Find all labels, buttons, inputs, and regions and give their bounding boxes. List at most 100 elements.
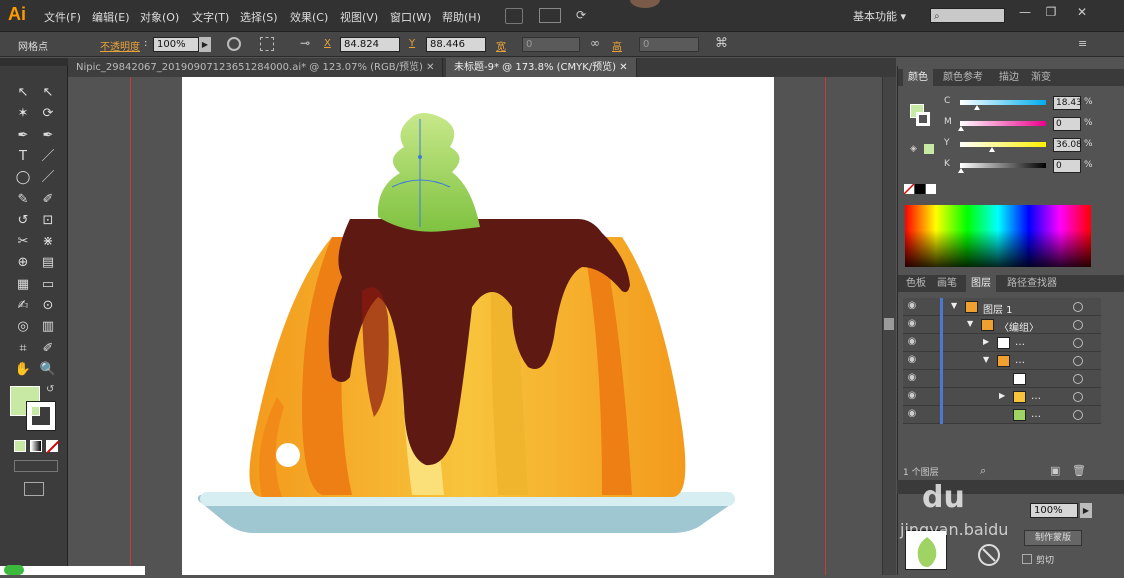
layer-name[interactable]: … — [1031, 409, 1041, 420]
slider-knob[interactable] — [973, 105, 980, 110]
target-circle-icon[interactable] — [1073, 374, 1083, 384]
target-circle-icon[interactable] — [1073, 410, 1083, 420]
height-field[interactable]: 0 — [639, 37, 699, 52]
expand-arrow-icon[interactable]: ▶ — [999, 391, 1005, 400]
anchor-convert-icon[interactable]: ⊸ — [300, 36, 310, 50]
tab-nipic-document[interactable]: Nipic_29842067_20190907123651284000.ai* … — [68, 58, 444, 77]
height-label[interactable]: 高 — [612, 38, 622, 53]
layer-name[interactable]: 图层 1 — [983, 301, 1013, 316]
workspace-switcher[interactable]: 基本功能 ▾ — [853, 8, 906, 24]
channel-value-y[interactable]: 36.08 — [1053, 138, 1082, 152]
arrange-documents-icon[interactable] — [539, 8, 561, 23]
tool-21-icon[interactable]: ⊙ — [38, 297, 58, 315]
menu-item-5[interactable]: 效果(C) — [290, 9, 328, 25]
menu-item-1[interactable]: 编辑(E) — [92, 9, 130, 25]
close-icon[interactable]: ✕ — [426, 62, 434, 73]
panel-grip[interactable] — [0, 58, 68, 66]
isolate-icon[interactable]: ⌘ — [715, 36, 728, 51]
constrain-proportions-icon[interactable]: ∞ — [590, 36, 600, 50]
new-layer-icon[interactable]: ▣ — [1050, 464, 1060, 477]
tool-7-icon[interactable]: ／ — [38, 148, 58, 166]
no-mask-icon[interactable] — [978, 544, 1000, 566]
tool-4-icon[interactable]: ✒ — [13, 127, 33, 145]
layer-row[interactable]: ◉ ▶… — [903, 388, 1101, 406]
gamut-swatch[interactable] — [924, 144, 934, 154]
menu-item-7[interactable]: 窗口(W) — [390, 9, 431, 25]
visibility-eye-icon[interactable]: ◉ — [903, 300, 921, 314]
layer-row[interactable]: ◉ ▶… — [903, 334, 1101, 352]
tool-12-icon[interactable]: ↺ — [13, 212, 33, 230]
search-input[interactable]: ⌕ — [930, 8, 1005, 23]
opacity-label[interactable]: 不透明度 — [100, 38, 140, 53]
tool-11-icon[interactable]: ✐ — [38, 191, 58, 209]
layer-row[interactable]: ◉ ▼… — [903, 352, 1101, 370]
menu-item-2[interactable]: 对象(O) — [140, 9, 179, 25]
expand-arrow-icon[interactable]: ▼ — [951, 301, 957, 310]
tool-8-icon[interactable]: ◯ — [13, 169, 33, 187]
out-of-gamut-icon[interactable]: ◈ — [910, 144, 917, 154]
opacity-field[interactable]: 100% — [153, 37, 199, 52]
bridge-icon[interactable] — [505, 8, 523, 24]
x-field[interactable]: 84.824 — [340, 37, 400, 52]
target-circle-icon[interactable] — [1073, 338, 1083, 348]
menu-item-8[interactable]: 帮助(H) — [442, 9, 481, 25]
locate-object-icon[interactable]: ⌕ — [980, 464, 986, 478]
layer-row[interactable]: ◉ ▼ 〈编组〉 — [903, 316, 1101, 334]
tool-25-icon[interactable]: ✐ — [38, 340, 58, 358]
tool-13-icon[interactable]: ⊡ — [38, 212, 58, 230]
tool-0-icon[interactable]: ↖ — [13, 84, 33, 102]
opacity-dropdown-arrow[interactable]: ▶ — [199, 37, 211, 52]
recolor-icon[interactable] — [227, 37, 241, 51]
menu-item-4[interactable]: 选择(S) — [240, 9, 278, 25]
target-circle-icon[interactable] — [1073, 392, 1083, 402]
y-field[interactable]: 88.446 — [426, 37, 486, 52]
screen-mode-icon[interactable] — [24, 482, 44, 496]
tab-layers[interactable]: 图层 — [966, 275, 996, 292]
tool-27-icon[interactable]: 🔍 — [38, 361, 58, 379]
tool-16-icon[interactable]: ⊕ — [13, 254, 33, 272]
tab-stroke[interactable]: 描边 — [994, 69, 1024, 86]
scrollbar-thumb[interactable] — [884, 318, 894, 330]
artboard[interactable] — [182, 77, 774, 575]
minimize-button[interactable]: — — [1016, 5, 1034, 19]
tool-6-icon[interactable]: T — [13, 148, 33, 166]
transform-icon[interactable] — [260, 37, 274, 51]
target-circle-icon[interactable] — [1073, 320, 1083, 330]
tool-10-icon[interactable]: ✎ — [13, 191, 33, 209]
black-swatch[interactable] — [915, 184, 925, 194]
tool-19-icon[interactable]: ▭ — [38, 276, 58, 294]
channel-slider-y[interactable] — [960, 142, 1046, 147]
tab-pathfinder[interactable]: 路径查找器 — [1002, 275, 1062, 292]
tab-untitled-9[interactable]: 未标题-9* @ 173.8% (CMYK/预览) ✕ — [446, 58, 637, 77]
tool-2-icon[interactable]: ✶ — [13, 105, 33, 123]
tool-14-icon[interactable]: ✂ — [13, 233, 33, 251]
delete-layer-icon[interactable]: 🗑 — [1072, 464, 1086, 477]
channel-slider-k[interactable] — [960, 163, 1046, 168]
tool-26-icon[interactable]: ✋ — [13, 361, 33, 379]
tool-3-icon[interactable]: ⟳ — [38, 105, 58, 123]
width-label[interactable]: 宽 — [496, 38, 506, 53]
target-circle-icon[interactable] — [1073, 356, 1083, 366]
tab-swatches[interactable]: 色板 — [901, 275, 931, 292]
tool-20-icon[interactable]: ✍ — [13, 297, 33, 315]
swap-fill-stroke-icon[interactable]: ↺ — [46, 384, 54, 395]
make-mask-button[interactable]: 制作蒙版 — [1024, 530, 1082, 546]
y-label[interactable]: Y — [409, 38, 415, 49]
layer-row[interactable]: ◉ ▼ 图层 1 — [903, 298, 1101, 316]
tab-color[interactable]: 颜色 — [903, 69, 933, 86]
transparency-opacity-field[interactable]: 100% — [1030, 503, 1078, 518]
layer-name[interactable]: … — [1015, 355, 1025, 366]
visibility-eye-icon[interactable]: ◉ — [903, 372, 921, 386]
channel-value-c[interactable]: 18.43 — [1053, 96, 1082, 110]
menu-item-3[interactable]: 文字(T) — [192, 9, 229, 25]
slider-knob[interactable] — [958, 168, 964, 173]
tool-9-icon[interactable]: ／ — [38, 169, 58, 187]
gradient-mode-button[interactable] — [30, 440, 42, 452]
visibility-eye-icon[interactable]: ◉ — [903, 390, 921, 404]
tool-22-icon[interactable]: ◎ — [13, 318, 33, 336]
visibility-eye-icon[interactable]: ◉ — [903, 336, 921, 350]
tool-5-icon[interactable]: ✒ — [38, 127, 58, 145]
menu-item-0[interactable]: 文件(F) — [44, 9, 81, 25]
close-icon[interactable]: ✕ — [619, 62, 627, 73]
clip-checkbox[interactable] — [1022, 554, 1032, 564]
